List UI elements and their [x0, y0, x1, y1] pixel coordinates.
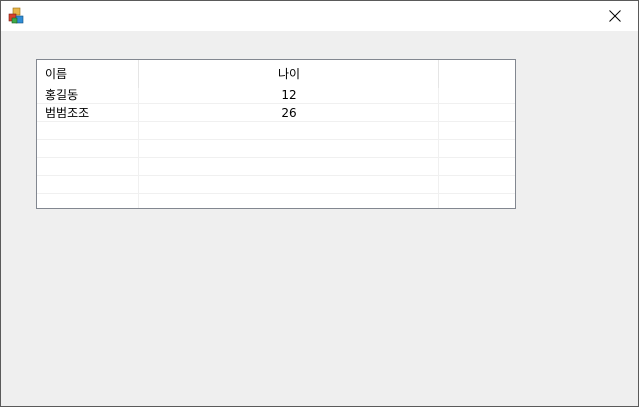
data-list-view[interactable]: 이름 나이 홍길동 12 범범조조 26 [36, 59, 516, 209]
app-cubes-icon [8, 7, 26, 25]
close-button[interactable] [592, 1, 638, 31]
table-row[interactable]: 범범조조 26 [37, 104, 515, 122]
title-bar [1, 1, 638, 31]
close-icon [609, 10, 621, 22]
column-header-age[interactable]: 나이 [139, 60, 439, 88]
column-divider[interactable] [438, 60, 439, 88]
cell-name: 홍길동 [45, 88, 79, 102]
cell-name: 범범조조 [45, 106, 90, 120]
grid-line [37, 193, 515, 194]
column-header-name[interactable]: 이름 [45, 60, 135, 88]
list-header: 이름 나이 [37, 60, 515, 88]
table-row[interactable]: 홍길동 12 [37, 86, 515, 104]
grid-line [37, 139, 515, 140]
cell-age: 26 [281, 106, 297, 120]
grid-line [37, 175, 515, 176]
grid-line [37, 157, 515, 158]
cell-age: 12 [281, 88, 297, 102]
app-window: 이름 나이 홍길동 12 범범조조 26 [0, 0, 639, 407]
